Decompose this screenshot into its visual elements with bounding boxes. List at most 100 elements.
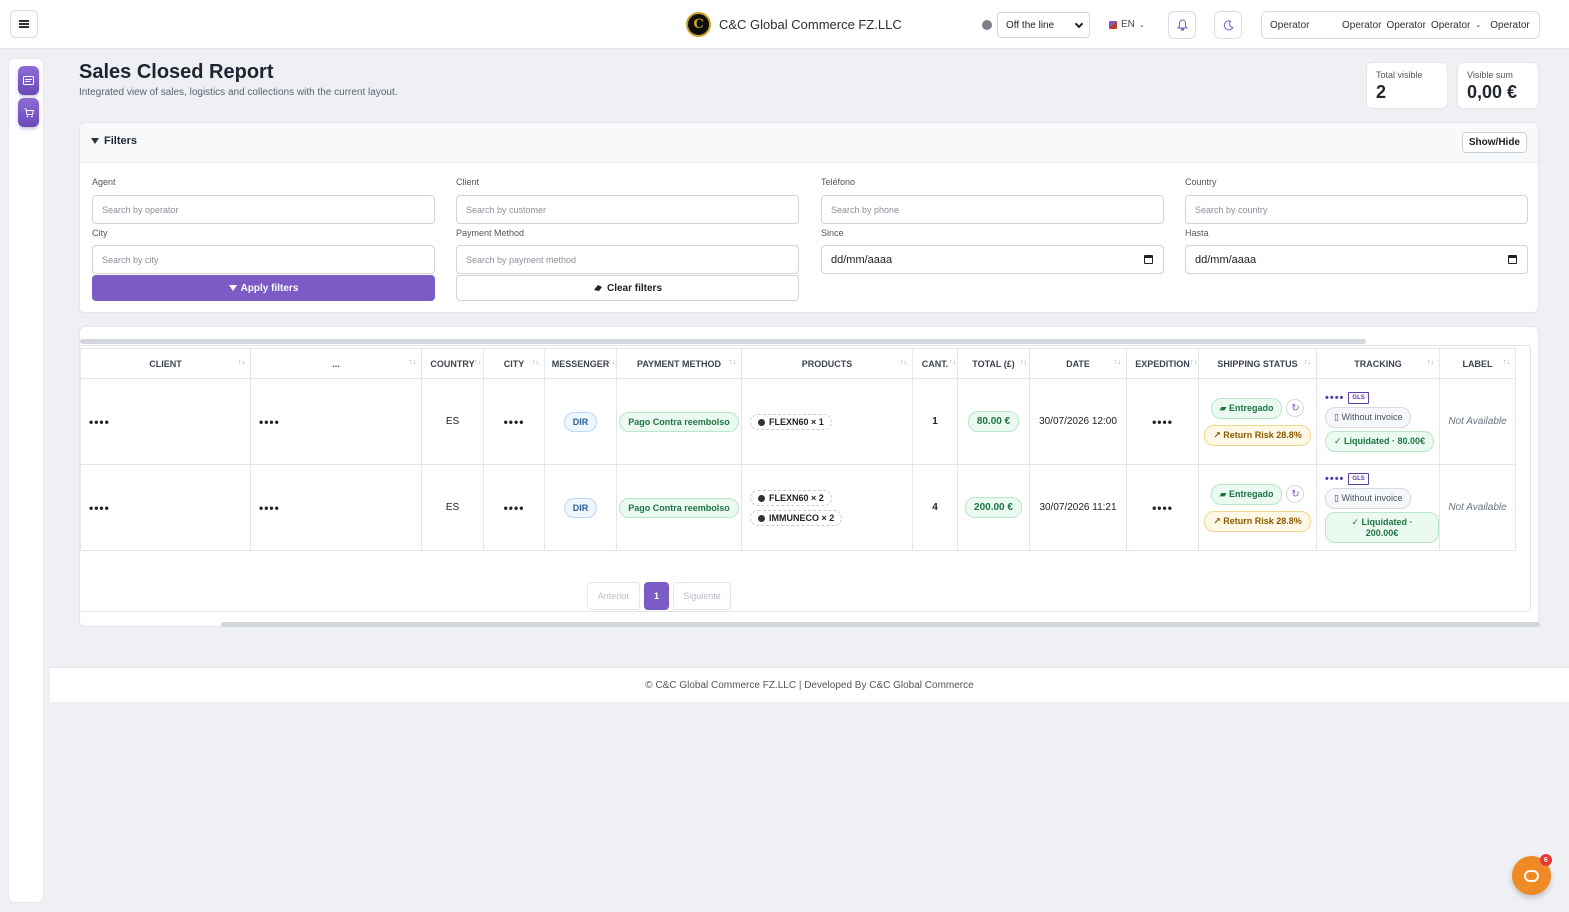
column-header-products[interactable]: PRODUCTS ↑↓ (741, 348, 913, 379)
table-row[interactable]: •••• •••• ES •••• DIR Pago Contra reembo… (80, 464, 1516, 551)
column-header-payment-method[interactable]: PAYMENT METHOD ↑↓ (616, 348, 742, 379)
sort-icon[interactable]: ↑↓ (608, 359, 615, 366)
moon-icon (1223, 19, 1234, 30)
client-input[interactable]: Search by customer (456, 195, 799, 224)
calendar-icon[interactable] (1508, 255, 1517, 264)
language-selector[interactable]: EN ⌄ (1109, 19, 1145, 30)
column-header-city[interactable]: CITY ↑↓ (483, 348, 545, 379)
tracking-link[interactable]: •••• (1325, 473, 1344, 485)
horizontal-scrollbar-bottom[interactable] (221, 622, 1540, 627)
apply-filters-label: Apply filters (240, 282, 299, 294)
carrier-badge: GLS (1348, 472, 1369, 485)
until-label: Hasta (1185, 228, 1209, 238)
column-header-messenger[interactable]: MESSENGER ↑↓ (544, 348, 617, 379)
column-header-total[interactable]: TOTAL (£) ↑↓ (957, 348, 1030, 379)
show-hide-button[interactable]: Show/Hide (1461, 132, 1527, 153)
column-header-date[interactable]: DATE ↑↓ (1029, 348, 1127, 379)
payment-badge: Pago Contra reembolso (619, 411, 739, 432)
table-row[interactable]: •••• •••• ES •••• DIR Pago Contra reembo… (80, 378, 1516, 465)
client-label: Client (456, 177, 480, 187)
label-status: Not Available (1448, 502, 1507, 513)
sort-icon[interactable]: ↑↓ (1427, 359, 1434, 366)
sidebar-item-reports[interactable] (18, 66, 39, 95)
stat-visible-sum-label: Visible sum (1467, 70, 1513, 80)
sort-icon[interactable]: ↑↓ (900, 359, 907, 366)
agent-input[interactable]: Search by operator (92, 195, 435, 224)
column-header-tracking[interactable]: TRACKING ↑↓ (1316, 348, 1440, 379)
until-date-input[interactable]: dd/mm/aaaa (1185, 245, 1528, 274)
column-header-country[interactable]: COUNTRY ↑↓ (421, 348, 484, 379)
sort-icon[interactable]: ↑↓ (1114, 359, 1121, 366)
cell-products: FLEXN60 × 2 IMMUNECO × 2 (741, 464, 913, 551)
sort-icon[interactable]: ↑↓ (1503, 359, 1510, 366)
flag-icon (1109, 20, 1117, 29)
apply-filters-button[interactable]: Apply filters (92, 275, 435, 301)
cell-messenger: DIR (544, 378, 617, 465)
invoice-badge: ▯ Without invoice (1325, 406, 1412, 428)
return-risk-badge: ↗ Return Risk 28.8% (1204, 424, 1311, 446)
chevron-down-icon: ⌄ (1475, 22, 1482, 29)
payment-method-label: Payment Method (456, 228, 525, 238)
city-label: City (92, 228, 108, 238)
column-header-expedition[interactable]: EXPEDITION ↑↓ (1126, 348, 1199, 379)
sidebar (8, 58, 44, 903)
since-date-value: dd/mm/aaaa (831, 253, 893, 266)
top-bar: C C&C Global Commerce FZ.LLC Off the lin… (0, 0, 1569, 49)
brand: C C&C Global Commerce FZ.LLC (686, 12, 902, 37)
sort-icon[interactable]: ↑↓ (729, 359, 736, 366)
stat-total-visible-label: Total visible (1376, 70, 1423, 80)
cell-extra: •••• (250, 464, 422, 551)
column-header-quantity[interactable]: CANT. ↑↓ (912, 348, 958, 379)
user-menu[interactable]: Operator Operator Operator Operator ⌄ Op… (1261, 11, 1540, 39)
sort-icon[interactable]: ↑↓ (238, 359, 245, 366)
footer-text: © C&C Global Commerce FZ.LLC | Developed… (645, 679, 974, 691)
column-header-client[interactable]: CLIENT ↑↓ (80, 348, 251, 379)
cell-city: •••• (483, 378, 545, 465)
tracking-link[interactable]: •••• (1325, 392, 1344, 404)
payment-method-input[interactable]: Search by payment method (456, 245, 799, 274)
refresh-icon[interactable]: ↻ (1286, 399, 1305, 417)
results-card: CLIENT ↑↓ ... ↑↓ COUNTRY ↑↓ CITY ↑↓ MESSENGE… (79, 326, 1540, 627)
return-risk-badge: ↗ Return Risk 28.8% (1204, 510, 1311, 532)
pagination-page-button[interactable]: 1 (644, 582, 669, 610)
pagination-next-button[interactable]: Siguiente (673, 582, 731, 610)
sort-icon[interactable]: ↑↓ (474, 359, 481, 366)
sort-icon[interactable]: ↑↓ (409, 359, 416, 366)
sort-icon[interactable]: ↑↓ (1304, 359, 1311, 366)
horizontal-scrollbar-top[interactable] (80, 339, 1366, 344)
column-header-shipping-status[interactable]: SHIPPING STATUS ↑↓ (1198, 348, 1317, 379)
cell-shipping-status: ▰ Entregado ↻ ↗ Return Risk 28.8% (1198, 464, 1317, 551)
cell-tracking: •••• GLS ▯ Without invoice ✓ Liquidated … (1316, 378, 1440, 465)
refresh-icon[interactable]: ↻ (1286, 485, 1305, 503)
theme-toggle-button[interactable] (1214, 11, 1242, 39)
column-header-extra[interactable]: ... ↑↓ (250, 348, 422, 379)
user-role: Operator (1270, 19, 1310, 31)
cell-country: ES (421, 464, 484, 551)
sort-icon[interactable]: ↑↓ (949, 359, 956, 366)
clear-filters-button[interactable]: Clear filters (456, 275, 799, 301)
cell-total: 200.00 € (957, 464, 1030, 551)
agent-label: Agent (92, 177, 116, 187)
stat-total-visible-value: 2 (1376, 82, 1387, 102)
column-header-label[interactable]: LABEL ↑↓ (1439, 348, 1516, 379)
country-input[interactable]: Search by country (1185, 195, 1528, 224)
notifications-button[interactable] (1168, 11, 1196, 39)
table-header-row: CLIENT ↑↓ ... ↑↓ COUNTRY ↑↓ CITY ↑↓ MESSENGE… (80, 348, 1516, 379)
since-date-input[interactable]: dd/mm/aaaa (821, 245, 1164, 274)
cell-products: FLEXN60 × 1 (741, 378, 913, 465)
country-label: Country (1185, 177, 1217, 187)
sort-icon[interactable]: ↑↓ (1190, 359, 1197, 366)
status-select[interactable]: Off the line (997, 12, 1090, 38)
cell-shipping-status: ▰ Entregado ↻ ↗ Return Risk 28.8% (1198, 378, 1317, 465)
user-name-3: Operator (1430, 19, 1471, 31)
calendar-icon[interactable] (1144, 255, 1153, 264)
sort-icon[interactable]: ↑↓ (1020, 359, 1027, 366)
menu-toggle-button[interactable] (10, 10, 38, 38)
pagination-prev-button[interactable]: Anterior (587, 582, 640, 610)
city-input[interactable]: Search by city (92, 245, 435, 274)
sidebar-item-sales[interactable] (18, 98, 39, 127)
phone-input[interactable]: Search by phone (821, 195, 1164, 224)
phone-label: Teléfono (821, 177, 856, 187)
chat-button[interactable]: 6 (1512, 854, 1552, 895)
sort-icon[interactable]: ↑↓ (532, 359, 539, 366)
